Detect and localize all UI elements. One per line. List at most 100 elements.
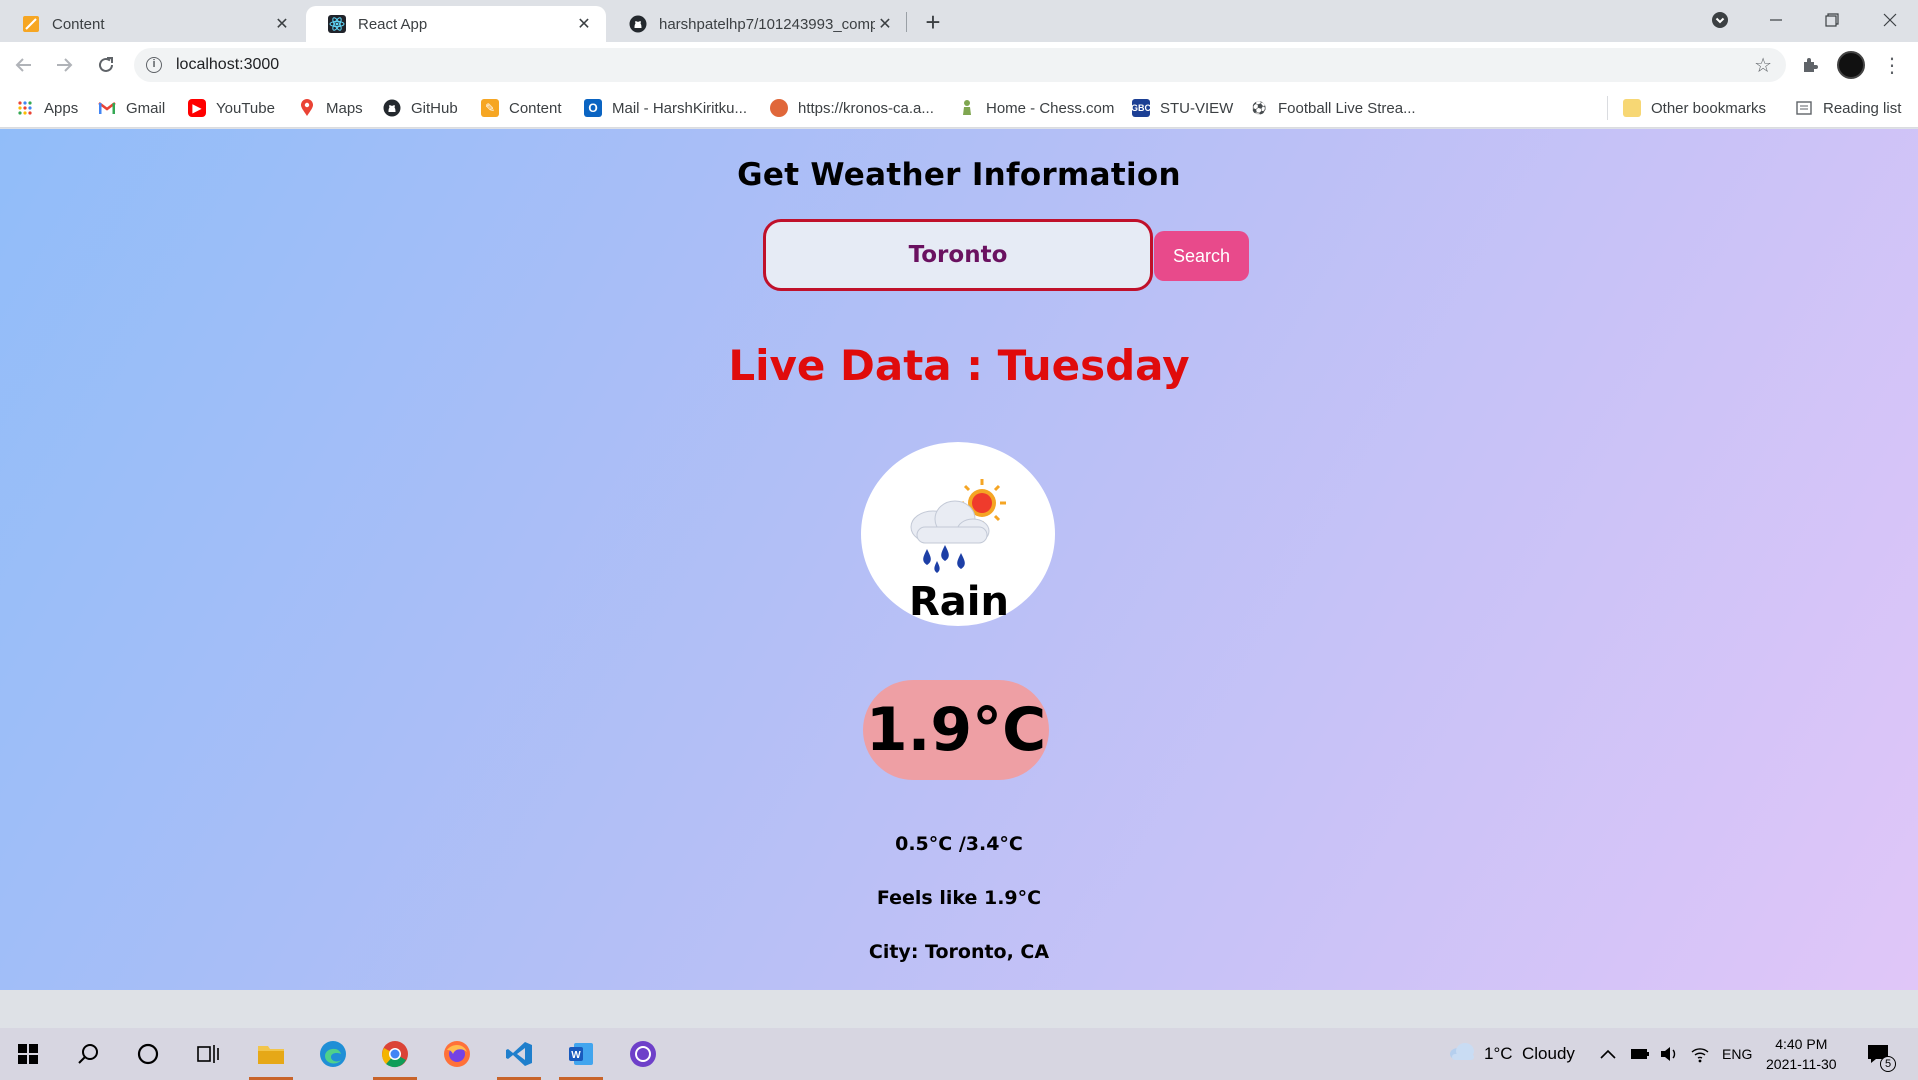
other-bookmarks[interactable]: Other bookmarks [1623, 98, 1766, 118]
search-button[interactable]: Search [1154, 231, 1249, 281]
weather-widget-text: 1°C Cloudy [1484, 1044, 1575, 1063]
tab-react-app[interactable]: React App ✕ [306, 6, 606, 42]
cortana-icon[interactable] [120, 1028, 176, 1080]
profile-avatar[interactable] [1837, 51, 1865, 79]
feels-like: Feels like 1.9°C [876, 887, 1042, 909]
bookmark-kronos[interactable]: https://kronos-ca.a... [770, 98, 934, 118]
page-title: Get Weather Information [737, 157, 1181, 193]
tab-title: Content [52, 15, 105, 33]
tab-strip: Content ✕ React App ✕ harshpatelhp7/1012… [0, 0, 1918, 42]
chess-icon [958, 99, 976, 117]
outlook-icon: O [584, 99, 602, 117]
bookmark-apps[interactable]: Apps [16, 98, 78, 118]
close-icon[interactable]: ✕ [875, 14, 895, 34]
new-tab-button[interactable]: + [919, 7, 947, 37]
live-data-heading: Live Data : Tuesday [728, 341, 1190, 390]
kronos-icon [770, 99, 788, 117]
youtube-icon: ▶ [188, 99, 206, 117]
more-menu-icon[interactable]: ⋮ [1877, 50, 1907, 80]
bookmark-label: Apps [44, 99, 79, 117]
cloud-icon [1448, 1042, 1476, 1066]
bookmark-youtube[interactable]: ▶ YouTube [188, 98, 275, 118]
search-icon[interactable] [60, 1028, 116, 1080]
clock[interactable]: 4:40 PM 2021-11-30 [1766, 1028, 1837, 1080]
close-icon[interactable]: ✕ [574, 14, 594, 34]
minimize-button[interactable] [1748, 0, 1804, 40]
wifi-icon[interactable] [1690, 1028, 1710, 1080]
tab-title: harshpatelhp7/101243993_comp [659, 15, 875, 33]
min-max-temperature: 0.5°C /3.4°C [895, 833, 1023, 855]
address-bar[interactable]: i localhost:3000 ☆ [134, 48, 1786, 82]
city-search-input[interactable] [763, 219, 1153, 291]
bookmark-star-icon[interactable]: ☆ [1754, 53, 1772, 78]
bookmark-label: https://kronos-ca.a... [798, 99, 934, 117]
info-icon[interactable]: i [146, 57, 162, 73]
edge-icon[interactable] [305, 1028, 361, 1080]
maps-icon [298, 99, 316, 117]
clock-time: 4:40 PM [1775, 1036, 1828, 1052]
github-icon [383, 99, 401, 117]
bookmark-label: STU-VIEW [1160, 99, 1234, 117]
bookmark-maps[interactable]: Maps [298, 98, 363, 118]
football-icon: ⚽ [1251, 101, 1267, 115]
weather-widget[interactable]: 1°C Cloudy [1448, 1028, 1575, 1080]
back-arrow-icon[interactable] [10, 51, 38, 79]
reading-list-icon [1795, 99, 1813, 117]
volume-icon[interactable] [1659, 1028, 1679, 1080]
page-viewport: Get Weather Information Search Live Data… [0, 129, 1918, 990]
task-view-icon[interactable] [180, 1028, 236, 1080]
bookmark-label: Football Live Strea... [1278, 99, 1416, 117]
restore-button[interactable] [1804, 0, 1860, 40]
notifications-icon[interactable]: 5 [1866, 1028, 1896, 1080]
reading-list[interactable]: Reading list [1795, 98, 1901, 118]
windows-start-icon[interactable] [0, 1028, 56, 1080]
github-desktop-icon[interactable] [615, 1028, 671, 1080]
notes-icon [22, 15, 40, 33]
bookmark-chess[interactable]: Home - Chess.com [958, 98, 1114, 118]
bookmark-stu-view[interactable]: GBC STU-VIEW [1131, 98, 1234, 118]
vscode-icon[interactable] [491, 1028, 547, 1080]
bookmarks-separator [1607, 96, 1608, 120]
bookmark-content[interactable]: ✎ Content [481, 98, 562, 118]
other-bookmarks-label: Other bookmarks [1651, 99, 1767, 117]
tab-title: React App [358, 15, 428, 33]
bookmark-football[interactable]: ⚽ Football Live Strea... [1250, 98, 1416, 118]
tab-search-icon[interactable] [1692, 0, 1748, 40]
browser-toolbar: i localhost:3000 ☆ ⋮ [0, 42, 1918, 88]
file-explorer-icon[interactable] [243, 1028, 299, 1080]
bookmark-label: Gmail [126, 99, 166, 117]
city-label: City: Toronto, CA [868, 941, 1050, 963]
bookmark-gmail[interactable]: Gmail [98, 98, 165, 118]
battery-icon[interactable] [1630, 1028, 1650, 1080]
bookmark-label: GitHub [411, 99, 458, 117]
chrome-icon[interactable] [367, 1028, 423, 1080]
firefox-icon[interactable] [429, 1028, 485, 1080]
svg-text:W: W [571, 1050, 581, 1061]
clock-date: 2021-11-30 [1766, 1056, 1837, 1072]
gbc-icon: GBC [1131, 99, 1151, 117]
tab-separator [906, 12, 907, 32]
rain-sun-cloud-icon [910, 479, 1006, 573]
close-window-button[interactable] [1862, 0, 1918, 40]
notification-count-badge: 5 [1880, 1056, 1896, 1072]
bookmarks-bar: Apps Gmail ▶ YouTube Maps GitHub ✎ Conte… [0, 88, 1918, 128]
gmail-icon [98, 99, 116, 117]
extensions-icon[interactable] [1795, 50, 1825, 80]
bookmark-label: Content [509, 99, 562, 117]
close-icon[interactable]: ✕ [272, 14, 292, 34]
reading-list-label: Reading list [1823, 99, 1902, 117]
language-indicator[interactable]: ENG [1722, 1028, 1752, 1080]
weather-condition: Rain [909, 579, 1009, 625]
folder-icon [1623, 99, 1641, 117]
reload-icon[interactable] [92, 51, 120, 79]
bookmark-label: YouTube [216, 99, 275, 117]
chevron-up-icon[interactable] [1600, 1028, 1616, 1080]
bookmark-github[interactable]: GitHub [383, 98, 458, 118]
forward-arrow-icon[interactable] [50, 51, 78, 79]
tab-github[interactable]: harshpatelhp7/101243993_comp ✕ [607, 6, 907, 42]
tab-content[interactable]: Content ✕ [0, 6, 304, 42]
apps-grid-icon [16, 99, 34, 117]
bookmark-outlook[interactable]: O Mail - HarshKiritku... [584, 98, 747, 118]
windows-taskbar: W 1°C Cloudy ENG 4:40 PM 2021-11-30 5 [0, 1028, 1918, 1080]
word-icon[interactable]: W [553, 1028, 609, 1080]
